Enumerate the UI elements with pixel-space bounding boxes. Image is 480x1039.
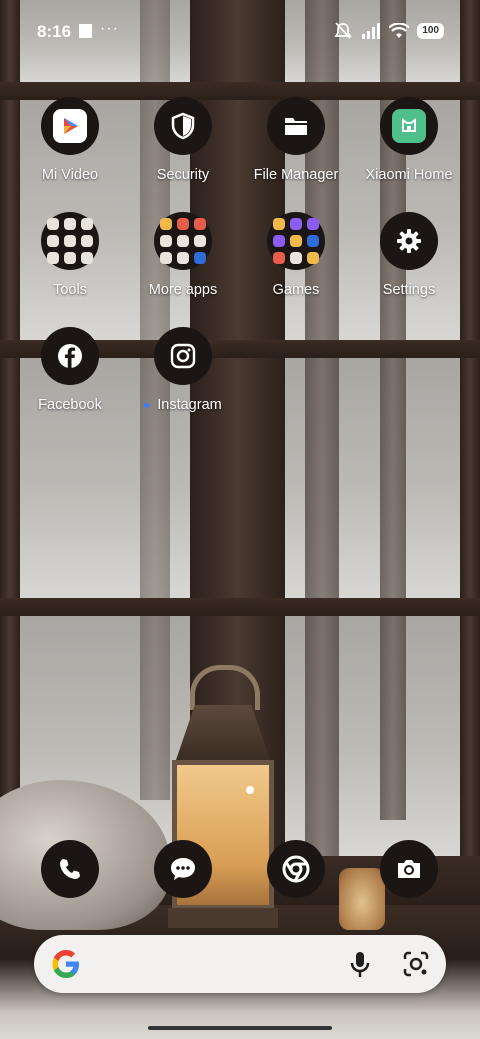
google-lens-icon[interactable] [402, 950, 430, 978]
app-more-apps[interactable]: More apps [127, 212, 239, 298]
facebook-icon [41, 327, 99, 385]
more-apps-folder-icon [154, 212, 212, 270]
app-settings[interactable]: Settings [353, 212, 465, 298]
app-security[interactable]: Security [127, 97, 239, 183]
mute-icon [334, 22, 352, 39]
status-time: 8:16 [37, 22, 72, 41]
app-label: Instagram [127, 397, 239, 413]
security-shield-icon [154, 97, 212, 155]
app-label: Tools [53, 282, 87, 298]
app-file-manager[interactable]: File Manager [240, 97, 352, 183]
games-folder-icon [267, 212, 325, 270]
window-frame [0, 598, 480, 616]
more-dots-icon: ··· [100, 20, 119, 37]
folder-icon [267, 97, 325, 155]
app-xiaomi-home[interactable]: Xiaomi Home [353, 97, 465, 183]
page-indicator[interactable] [246, 786, 254, 794]
candle [339, 868, 385, 930]
app-label: Settings [382, 282, 436, 298]
signal-icon [362, 23, 381, 39]
google-g-icon [52, 950, 79, 978]
app-facebook[interactable]: Facebook [14, 327, 126, 413]
phone-icon[interactable] [41, 840, 99, 898]
notification-icon [79, 24, 92, 38]
app-label: Facebook [38, 397, 102, 413]
app-instagram[interactable]: Instagram [127, 327, 239, 413]
app-label: Mi Video [41, 167, 99, 183]
mi-video-icon [41, 97, 99, 155]
app-mi-video[interactable]: Mi Video [14, 97, 126, 183]
messages-icon[interactable] [154, 840, 212, 898]
battery-icon: 100 [417, 23, 444, 39]
camera-icon[interactable] [380, 840, 438, 898]
instagram-icon [154, 327, 212, 385]
app-label: File Manager [253, 167, 339, 183]
google-search-bar[interactable] [34, 935, 446, 993]
app-label: Games [272, 282, 320, 298]
wifi-icon [389, 23, 410, 38]
tools-folder-icon [41, 212, 99, 270]
gesture-bar[interactable] [148, 1026, 332, 1030]
xiaomi-home-icon [380, 97, 438, 155]
app-tools[interactable]: Tools [14, 212, 126, 298]
app-games[interactable]: Games [240, 212, 352, 298]
status-bar: 8:16 ··· 100 [0, 0, 480, 64]
chrome-icon[interactable] [267, 840, 325, 898]
gear-icon [380, 212, 438, 270]
app-label: Security [156, 167, 210, 183]
app-label: More apps [148, 282, 218, 298]
app-label: Xiaomi Home [365, 167, 453, 183]
microphone-icon[interactable] [350, 951, 370, 979]
